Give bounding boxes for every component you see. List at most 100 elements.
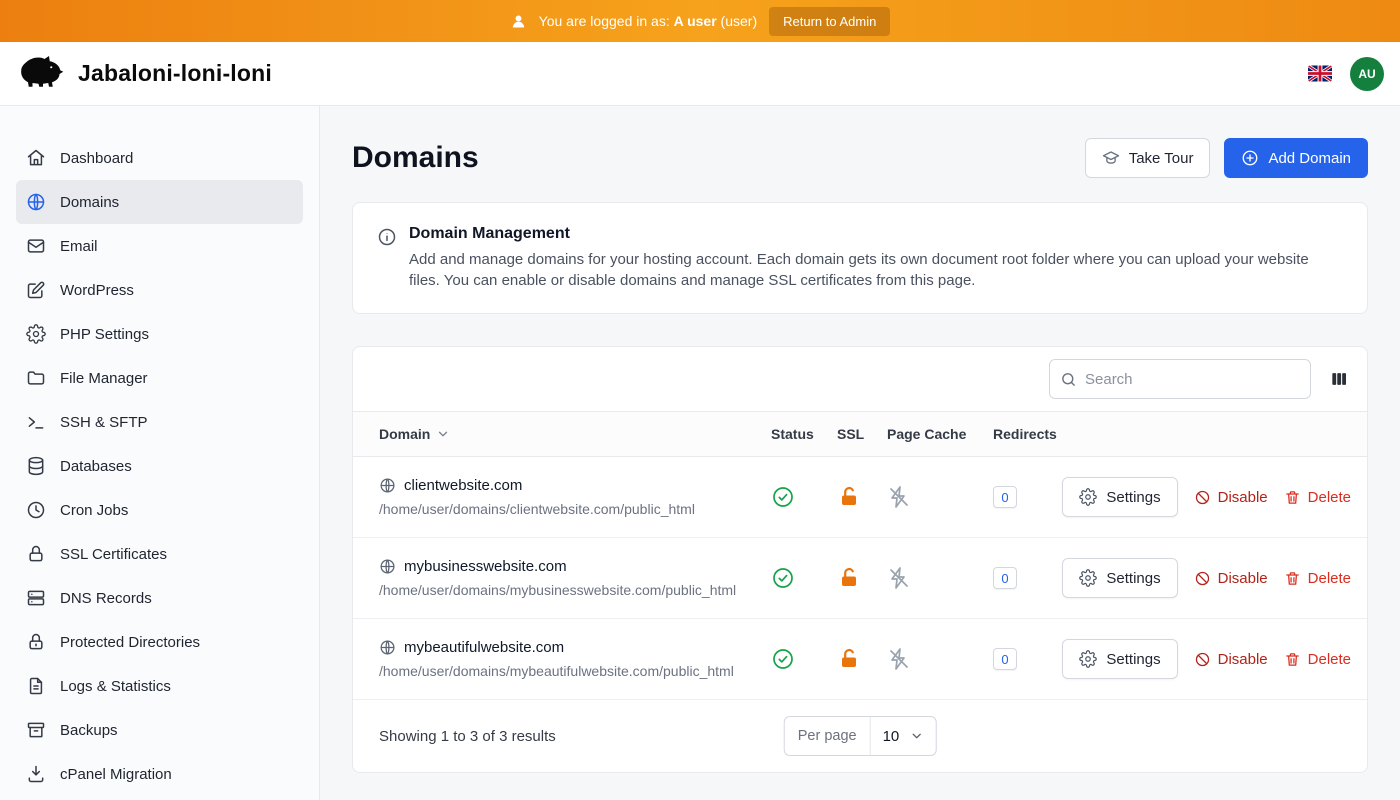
sidebar-item-domains[interactable]: Domains [16,180,303,224]
brand-name: Jabaloni-loni-loni [78,60,272,87]
disable-label: Disable [1218,570,1268,587]
main-content: Domains Take Tour Add Domain Domain Mana… [320,106,1400,800]
sidebar-item-ssl-certificates[interactable]: SSL Certificates [16,532,303,576]
column-settings-button[interactable] [1327,367,1351,391]
sidebar-item-label: File Manager [60,370,148,387]
language-flag-uk[interactable] [1308,65,1332,82]
sidebar-item-email[interactable]: Email [16,224,303,268]
boar-logo [16,54,64,93]
sidebar-item-file-manager[interactable]: File Manager [16,356,303,400]
settings-label: Settings [1106,651,1160,668]
delete-label: Delete [1308,651,1351,668]
disable-button[interactable]: Disable [1194,489,1268,506]
pencil-square-icon [26,280,46,300]
add-domain-button[interactable]: Add Domain [1224,138,1368,178]
redirects-count-badge[interactable]: 0 [993,648,1017,670]
ssl-unlocked-icon[interactable] [837,485,887,509]
ssl-unlocked-icon[interactable] [837,566,887,590]
file-text-icon [26,676,46,696]
sidebar-item-label: cPanel Migration [60,766,172,783]
sidebar-item-databases[interactable]: Databases [16,444,303,488]
database-icon [26,456,46,476]
document-root-path: /home/user/domains/mybusinesswebsite.com… [379,582,771,598]
results-summary: Showing 1 to 3 of 3 results [379,728,556,745]
banner-user-role: (user) [721,13,758,29]
gear-icon [1079,650,1097,668]
chevron-down-icon [909,729,923,743]
ban-icon [1194,651,1211,668]
disable-button[interactable]: Disable [1194,651,1268,668]
lock-icon [26,544,46,564]
sidebar-item-cpanel-migration[interactable]: cPanel Migration [16,752,303,796]
redirects-count-badge[interactable]: 0 [993,567,1017,589]
column-header-domain[interactable]: Domain [379,426,771,442]
page-cache-disabled-icon[interactable] [887,566,993,590]
take-tour-label: Take Tour [1129,150,1194,167]
sidebar-item-backups[interactable]: Backups [16,708,303,752]
search-box [1049,359,1311,399]
sidebar-item-ssh-sftp[interactable]: SSH & SFTP [16,400,303,444]
sidebar-item-protected-directories[interactable]: Protected Directories [16,620,303,664]
sidebar-item-label: PHP Settings [60,326,149,343]
column-header-redirects: Redirects [993,426,1073,442]
per-page-label: Per page [785,717,871,755]
academic-cap-icon [1102,149,1120,167]
disable-label: Disable [1218,651,1268,668]
globe-icon [379,477,396,494]
sidebar-item-cron-jobs[interactable]: Cron Jobs [16,488,303,532]
domain-name: mybeautifulwebsite.com [404,639,564,656]
delete-button[interactable]: Delete [1284,651,1351,668]
per-page-select[interactable]: 10 [871,717,936,755]
sidebar-item-wordpress[interactable]: WordPress [16,268,303,312]
server-icon [26,588,46,608]
gear-icon [26,324,46,344]
info-card-body: Add and manage domains for your hosting … [409,250,1329,291]
archive-icon [26,720,46,740]
redirects-count-badge[interactable]: 0 [993,486,1017,508]
table-row: mybeautifulwebsite.com /home/user/domain… [353,619,1367,700]
info-card-title: Domain Management [409,225,1329,243]
disable-button[interactable]: Disable [1194,570,1268,587]
settings-button[interactable]: Settings [1062,477,1177,517]
app-header: Jabaloni-loni-loni AU [0,42,1400,106]
sidebar-item-dns-records[interactable]: DNS Records [16,576,303,620]
page-cache-disabled-icon[interactable] [887,485,993,509]
column-header-domain-label: Domain [379,426,430,442]
mail-icon [26,236,46,256]
page-title: Domains [352,141,479,175]
trash-icon [1284,489,1301,506]
sidebar-item-php-settings[interactable]: PHP Settings [16,312,303,356]
sidebar-item-label: Backups [60,722,118,739]
sidebar: Dashboard Domains Email WordPress PHP Se… [0,106,320,800]
take-tour-button[interactable]: Take Tour [1085,138,1211,178]
sidebar-item-dashboard[interactable]: Dashboard [16,136,303,180]
sidebar-item-label: SSH & SFTP [60,414,148,431]
status-enabled-icon [771,566,837,590]
sidebar-item-label: Dashboard [60,150,133,167]
ssl-unlocked-icon[interactable] [837,647,887,671]
settings-button[interactable]: Settings [1062,639,1177,679]
user-avatar[interactable]: AU [1350,57,1384,91]
download-icon [26,764,46,784]
column-header-ssl: SSL [837,426,887,442]
settings-label: Settings [1106,489,1160,506]
delete-button[interactable]: Delete [1284,570,1351,587]
sidebar-item-label: WordPress [60,282,134,299]
document-root-path: /home/user/domains/mybeautifulwebsite.co… [379,663,771,679]
sidebar-item-label: Domains [60,194,119,211]
globe-icon [379,558,396,575]
impersonation-banner: You are logged in as: A user (user) Retu… [0,0,1400,42]
page-cache-disabled-icon[interactable] [887,647,993,671]
user-icon [510,13,527,30]
search-input[interactable] [1085,371,1300,388]
return-to-admin-button[interactable]: Return to Admin [769,7,890,36]
per-page-value: 10 [883,728,900,745]
home-icon [26,148,46,168]
table-row: mybusinesswebsite.com /home/user/domains… [353,538,1367,619]
delete-button[interactable]: Delete [1284,489,1351,506]
status-enabled-icon [771,647,837,671]
column-header-page-cache: Page Cache [887,426,993,442]
domain-name: mybusinesswebsite.com [404,558,567,575]
sidebar-item-logs-statistics[interactable]: Logs & Statistics [16,664,303,708]
settings-button[interactable]: Settings [1062,558,1177,598]
